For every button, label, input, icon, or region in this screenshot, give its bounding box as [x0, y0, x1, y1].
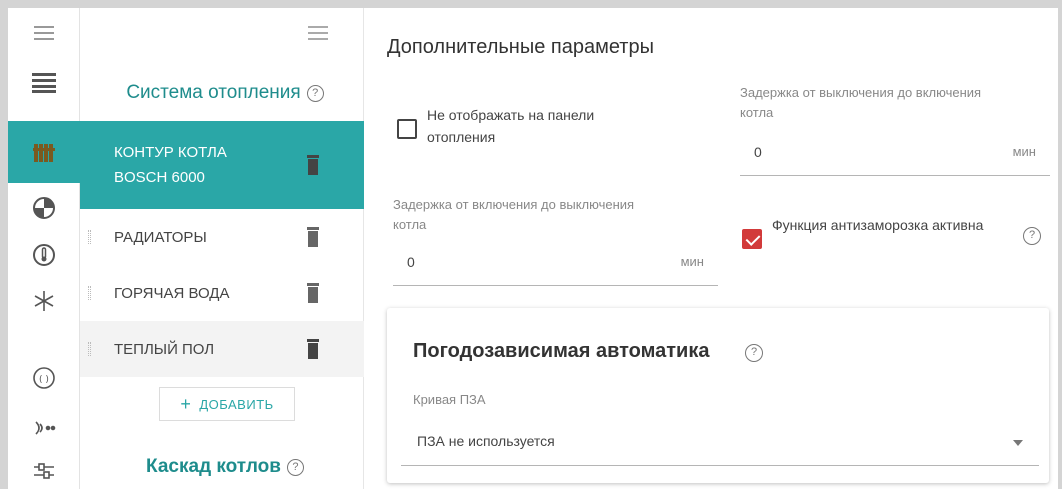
circuit-label: ГОРЯЧАЯ ВОДА	[114, 284, 230, 302]
trash-icon[interactable]	[306, 155, 320, 179]
chevron-down-icon	[1013, 433, 1023, 449]
antifreeze-checkbox[interactable]	[742, 229, 762, 249]
radiator-icon[interactable]	[8, 121, 80, 183]
icon-rail: ( )	[8, 8, 80, 489]
help-icon[interactable]: ?	[306, 85, 324, 102]
menu-list-icon[interactable]	[8, 58, 80, 108]
delay-on-off-unit: мин	[680, 254, 704, 269]
drag-handle-icon[interactable]	[88, 230, 91, 244]
delay-off-on-label: Задержка от выключения до включения котл…	[740, 85, 982, 120]
svg-text:( ): ( )	[39, 375, 49, 385]
circuit-label: КОНТУР КОТЛА BOSCH 6000	[114, 144, 227, 186]
circuit-item[interactable]: ГОРЯЧАЯ ВОДА	[80, 265, 364, 321]
circuit-item[interactable]: ТЕПЛЫЙ ПОЛ	[80, 321, 364, 377]
thermometer-icon[interactable]	[8, 230, 80, 280]
drag-handle-icon[interactable]	[88, 342, 91, 356]
help-icon[interactable]: ?	[286, 459, 304, 476]
signal-icon[interactable]	[8, 403, 80, 453]
drag-handle-icon[interactable]	[88, 286, 91, 300]
antifreeze-label: Функция антизаморозка активна	[772, 217, 984, 233]
curve-label: Кривая ПЗА	[413, 392, 486, 407]
help-icon[interactable]: ?	[1023, 227, 1041, 245]
app-frame: ( ) Система отопления? КОНТУР КОТЛА BOSC…	[8, 8, 1058, 489]
hide-panel-checkbox[interactable]	[397, 119, 417, 139]
collapse-icon[interactable]	[8, 8, 80, 58]
trash-icon[interactable]	[306, 339, 320, 363]
main-panel: Дополнительные параметры Не отображать н…	[365, 8, 1058, 489]
circuit-item[interactable]: КОНТУР КОТЛА BOSCH 6000	[80, 121, 364, 209]
hide-panel-label: Не отображать на панели отопления	[427, 107, 595, 145]
help-icon[interactable]: ?	[745, 344, 763, 362]
circuit-label: ТЕПЛЫЙ ПОЛ	[114, 340, 215, 358]
delay-off-on-value: 0	[754, 143, 762, 160]
heating-system-title-text: Система отопления	[126, 82, 301, 103]
weather-automation-title: Погодозависимая автоматика	[413, 340, 710, 362]
boiler-cascade-title-text: Каскад котлов	[146, 456, 281, 477]
trash-icon[interactable]	[306, 227, 320, 251]
trash-icon[interactable]	[306, 283, 320, 307]
delay-on-off-label: Задержка от включения до выключения котл…	[393, 197, 635, 232]
plus-icon: +	[180, 393, 192, 414]
delay-on-off-value: 0	[407, 253, 415, 270]
circuit-item[interactable]: РАДИАТОРЫ	[80, 209, 364, 265]
boiler-cascade-title: Каскад котлов?	[100, 456, 350, 478]
sliders-icon[interactable]	[8, 448, 80, 489]
delay-off-on-unit: мин	[1012, 144, 1036, 159]
curve-select-value: ПЗА не используется	[417, 432, 555, 449]
circuit-label: РАДИАТОРЫ	[114, 228, 207, 246]
delay-off-on-field[interactable]: 0 мин	[740, 128, 1050, 176]
add-circuit-label: ДОБАВИТЬ	[199, 396, 274, 412]
weather-automation-card: Погодозависимая автоматика ? Кривая ПЗА …	[387, 308, 1049, 483]
circuits-sidebar: Система отопления? КОНТУР КОТЛА BOSCH 60…	[80, 8, 364, 489]
delay-on-off-field[interactable]: 0 мин	[393, 238, 718, 286]
add-circuit-button[interactable]: + ДОБАВИТЬ	[159, 387, 295, 421]
sidebar-collapse-icon[interactable]	[308, 26, 328, 45]
page-title: Дополнительные параметры	[387, 36, 654, 58]
palette-icon[interactable]	[8, 183, 80, 233]
heating-system-title: Система отопления?	[100, 82, 350, 104]
snowflake-icon[interactable]	[8, 276, 80, 326]
sensor-icon[interactable]: ( )	[8, 353, 80, 403]
curve-select[interactable]: ПЗА не используется	[401, 416, 1039, 466]
